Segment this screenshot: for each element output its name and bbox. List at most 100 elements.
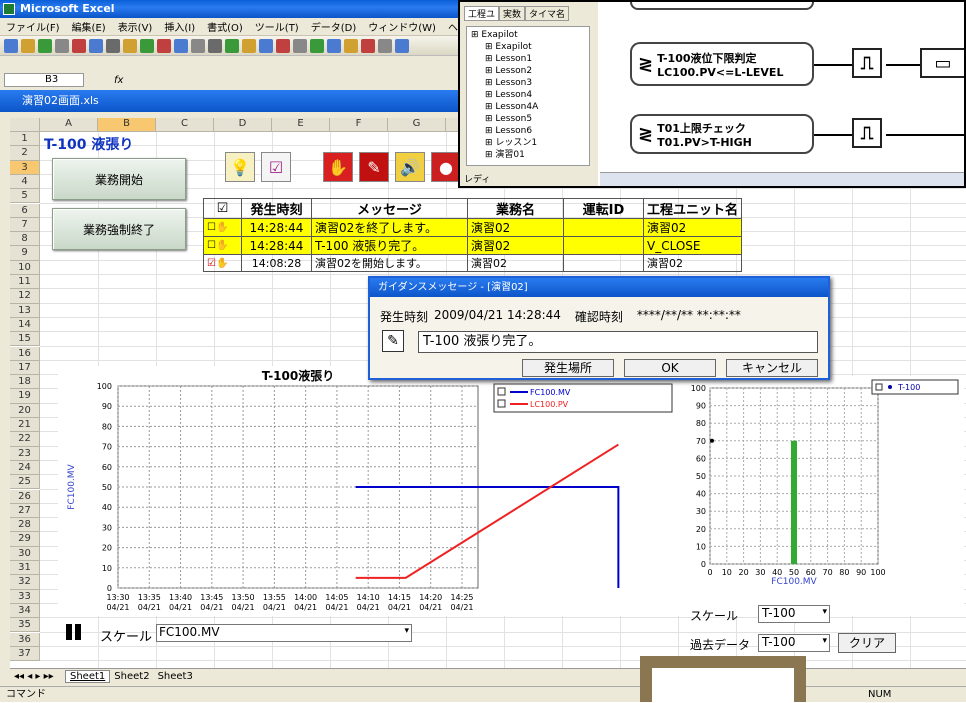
expand-icon[interactable]: ⊞	[485, 138, 495, 148]
toolbar-icon[interactable]	[361, 38, 375, 53]
toolbar-icon[interactable]	[208, 38, 222, 53]
row-header[interactable]: 14	[10, 317, 40, 333]
tree-item[interactable]: ⊞ Lesson1	[471, 53, 589, 65]
row-header[interactable]: 10	[10, 260, 40, 275]
expand-icon[interactable]: ⊞	[485, 66, 495, 76]
pen-icon[interactable]: ✎	[359, 152, 389, 182]
legend-checkbox[interactable]	[497, 399, 506, 408]
sheet-tab-1[interactable]: Sheet1	[65, 670, 111, 683]
expand-icon[interactable]: ⊞	[485, 42, 495, 52]
column-header[interactable]: B	[98, 118, 156, 132]
pulse-icon[interactable]: ⎍	[852, 118, 882, 148]
row-header[interactable]: 12	[10, 289, 40, 304]
sheet-tab-3[interactable]: Sheet3	[154, 671, 197, 682]
row-header[interactable]: 24	[10, 460, 40, 476]
menu-item[interactable]: ウィンドウ(W)	[368, 19, 436, 34]
toolbar-icon[interactable]	[89, 38, 103, 53]
toolbar-icon[interactable]	[4, 38, 18, 53]
row-header[interactable]: 28	[10, 518, 40, 533]
speaker-icon[interactable]: 🔊	[395, 152, 425, 182]
tab-real[interactable]: 実数	[499, 6, 526, 21]
row-header[interactable]: 7	[10, 217, 40, 233]
trend-scale-select[interactable]: FC100.MV ▾	[156, 624, 412, 642]
menu-item[interactable]: 表示(V)	[118, 19, 153, 34]
row-header[interactable]: 29	[10, 532, 40, 547]
menu-item[interactable]: 挿入(I)	[164, 19, 195, 34]
toolbar-icon[interactable]	[157, 38, 171, 53]
row-header[interactable]: 33	[10, 589, 40, 604]
expand-icon[interactable]: ⊞	[485, 102, 495, 112]
menu-item[interactable]: 編集(E)	[72, 19, 106, 34]
legend-checkbox[interactable]	[497, 387, 506, 396]
tree-item[interactable]: ⊞ Lesson2	[471, 65, 589, 77]
toolbar-icon[interactable]	[21, 38, 35, 53]
row-header[interactable]: 32	[10, 575, 40, 590]
toolbar-icon[interactable]	[38, 38, 52, 53]
toolbar-icon[interactable]	[344, 38, 358, 53]
row-header[interactable]: 6	[10, 203, 40, 218]
toolbar-icon[interactable]	[293, 38, 307, 53]
column-header[interactable]: A	[40, 118, 98, 132]
tree-item[interactable]: ⊞ Lesson4A	[471, 101, 589, 113]
column-header[interactable]: G	[388, 118, 446, 132]
row-header[interactable]: 11	[10, 275, 40, 290]
row-header[interactable]: 3	[10, 160, 40, 175]
toolbar-icon[interactable]	[242, 38, 256, 53]
row-header[interactable]: 35	[10, 618, 40, 633]
row-header[interactable]: 34	[10, 603, 40, 619]
name-box[interactable]: B3	[4, 73, 84, 87]
cell-title[interactable]: T-100 液張り	[44, 134, 133, 154]
row-header[interactable]: 21	[10, 418, 40, 433]
output-icon[interactable]: ▭	[920, 48, 964, 78]
flow-hscroll[interactable]	[600, 172, 964, 186]
row-header[interactable]: 22	[10, 432, 40, 447]
expand-icon[interactable]: ⊞	[485, 126, 495, 136]
check-icon[interactable]: ☑	[261, 152, 291, 182]
row-header[interactable]: 37	[10, 646, 40, 662]
column-header[interactable]: C	[156, 118, 214, 132]
toolbar-icon[interactable]	[174, 38, 188, 53]
event-check-icon[interactable]: ☐✋	[203, 236, 242, 255]
menu-item[interactable]: ファイル(F)	[6, 19, 60, 34]
bulb-icon[interactable]: 💡	[225, 152, 255, 182]
row-header[interactable]: 4	[10, 174, 40, 190]
toolbar-icon[interactable]	[106, 38, 120, 53]
row-header[interactable]: 9	[10, 246, 40, 261]
row-header[interactable]: 30	[10, 546, 40, 561]
toolbar-icon[interactable]	[395, 38, 409, 53]
tab-nav-icon[interactable]: ◂◂ ◂ ▸ ▸▸	[10, 671, 65, 682]
cancel-button[interactable]: キャンセル	[726, 359, 818, 377]
pause-icon[interactable]	[66, 624, 86, 640]
flow-tree[interactable]: ⊞ Exapilot ⊞ Exapilot ⊞ Lesson1 ⊞ Lesson2 ⊞ …	[466, 26, 590, 166]
column-header[interactable]: E	[272, 118, 330, 132]
row-header[interactable]: 23	[10, 446, 40, 461]
tree-item[interactable]: ⊞ Lesson5	[471, 113, 589, 125]
toolbar-icon[interactable]	[140, 38, 154, 53]
menu-item[interactable]: データ(D)	[311, 19, 357, 34]
tree-item[interactable]: ⊞ レッスン1	[471, 137, 589, 149]
row-header[interactable]: 31	[10, 561, 40, 576]
hand-icon[interactable]: ✋	[323, 152, 353, 182]
pulse-icon[interactable]: ⎍	[852, 48, 882, 78]
expand-icon[interactable]: ⊞	[485, 90, 495, 100]
row-header[interactable]: 19	[10, 389, 40, 404]
row-header[interactable]: 1	[10, 132, 40, 147]
toolbar-icon[interactable]	[191, 38, 205, 53]
row-header[interactable]: 2	[10, 146, 40, 161]
bar-scale-select[interactable]: T-100 ▾	[758, 605, 830, 623]
tree-item[interactable]: ⊞ Lesson6	[471, 125, 589, 137]
expand-icon[interactable]: ⊞	[485, 114, 495, 124]
force-end-button[interactable]: 業務強制終了	[52, 208, 186, 250]
tab-unit[interactable]: 工程ユ	[464, 6, 500, 21]
toolbar-icon[interactable]	[259, 38, 273, 53]
select-all-corner[interactable]	[10, 118, 40, 132]
expand-icon[interactable]: ⊞	[485, 150, 495, 160]
toolbar-icon[interactable]	[378, 38, 392, 53]
event-row[interactable]: ☐✋ 14:28:44 T-100 液張り完了。 演習02 V_CLOSE	[203, 236, 743, 255]
toolbar-icon[interactable]	[123, 38, 137, 53]
expand-icon[interactable]: ⊞	[485, 54, 495, 64]
toolbar-icon[interactable]	[55, 38, 69, 53]
tree-item[interactable]: ⊞ Exapilot	[471, 41, 589, 53]
tree-item[interactable]: ⊞ 演習01	[471, 149, 589, 161]
expand-icon[interactable]: ⊞	[485, 78, 495, 88]
